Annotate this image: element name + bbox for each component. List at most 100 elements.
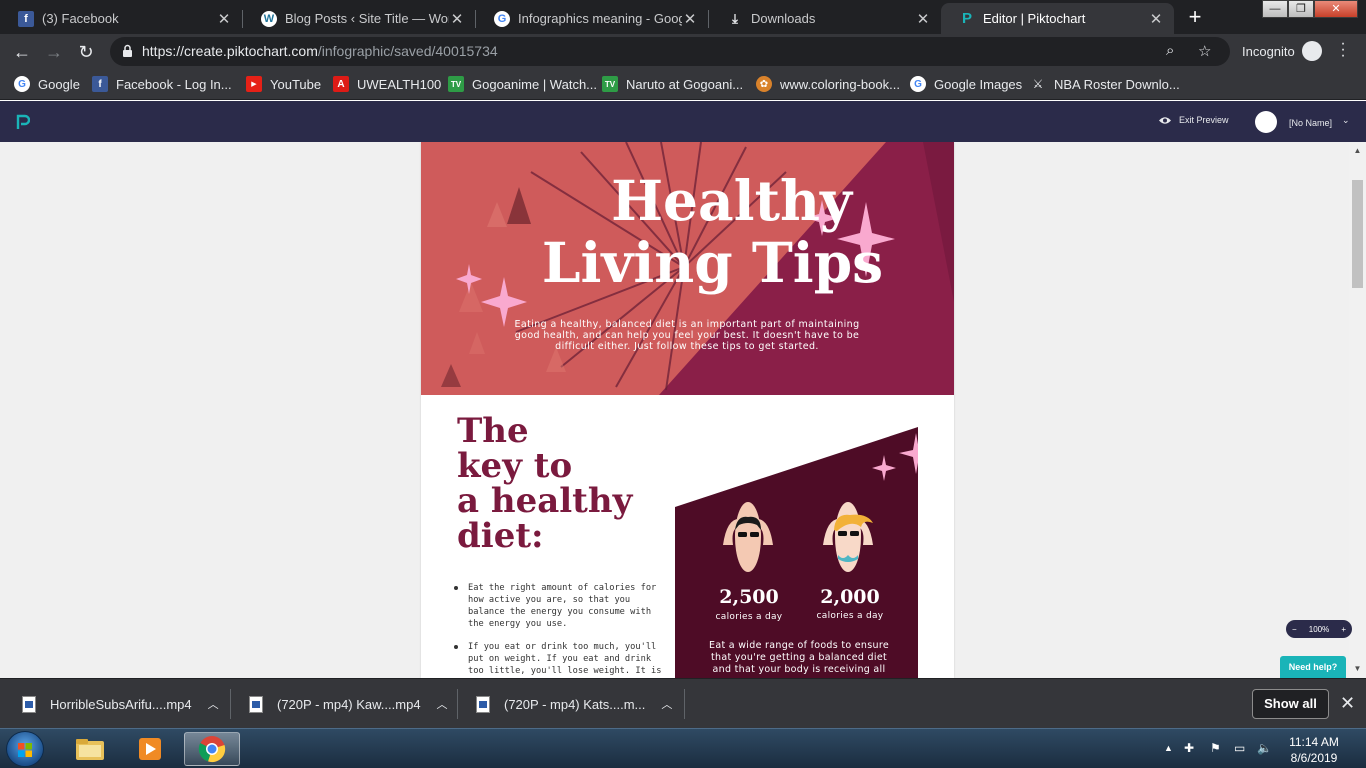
close-icon[interactable]: ✕ (1148, 10, 1164, 28)
section-title-line: key to (457, 446, 573, 486)
video-file-icon (249, 695, 263, 713)
download-filename: (720P - mp4) Kaw....mp4 (277, 696, 421, 712)
maximize-button[interactable]: ❐ (1288, 0, 1314, 18)
bookmark-label: NBA Roster Downlo... (1054, 76, 1180, 92)
user-name[interactable]: [No Name] (1289, 118, 1332, 128)
bookmark-google-images[interactable]: G Google Images (910, 76, 1022, 92)
avatar[interactable] (1255, 111, 1277, 133)
close-icon[interactable]: ✕ (915, 10, 931, 28)
tab-label: Downloads (751, 11, 816, 26)
chrome-icon (198, 736, 226, 763)
close-icon[interactable]: ✕ (216, 10, 232, 28)
taskbar-explorer[interactable] (62, 732, 118, 766)
zoom-in-button[interactable]: + (1341, 625, 1346, 634)
eye-icon (1159, 116, 1171, 124)
scroll-down-icon[interactable]: ▼ (1349, 662, 1366, 676)
angular-icon: A (333, 76, 349, 92)
bookmark-label: www.coloring-book... (780, 76, 900, 92)
tab-google-search[interactable]: G Infographics meaning - Google ✕ (476, 3, 708, 34)
zoom-search-icon[interactable]: ⌕ (1166, 42, 1174, 59)
list-item: If you eat or drink too much, you'll put… (451, 641, 666, 677)
bookmark-coloring[interactable]: ✿ www.coloring-book... (756, 76, 900, 92)
bookmark-label: UWEALTH100 (357, 76, 442, 92)
download-item[interactable]: (720P - mp4) Kaw....mp4 ︿ (249, 679, 448, 729)
zoom-control: − 100% + (1286, 620, 1352, 638)
bookmark-uwealth[interactable]: A UWEALTH100 (333, 76, 441, 92)
download-item[interactable]: (720P - mp4) Kats....m... ︿ (476, 679, 672, 729)
section-title: The key to a healthy diet: (457, 414, 632, 554)
browser-toolbar: ← → ↻ https://create.piktochart.com/info… (0, 34, 1366, 69)
bookmark-naruto[interactable]: TV Naruto at Gogoani... (602, 76, 743, 92)
network-icon[interactable]: ▭ (1234, 741, 1245, 755)
bookmark-youtube[interactable]: ▶ YouTube (246, 76, 321, 92)
bookmark-google[interactable]: G Google (14, 76, 80, 92)
incognito-icon[interactable] (1302, 41, 1322, 61)
female-calories-label: calories a day (816, 611, 884, 621)
bookmark-facebook[interactable]: f Facebook - Log In... (92, 76, 232, 92)
tab-downloads[interactable]: ⤓ Downloads ✕ (709, 3, 941, 34)
url-path: /infographic/saved/40015734 (317, 43, 498, 59)
download-item[interactable]: HorribleSubsArifu....mp4 ︿ (22, 679, 219, 729)
bookmark-label: Gogoanime | Watch... (472, 76, 598, 92)
chevron-up-icon[interactable]: ︿ (437, 696, 448, 712)
scroll-up-icon[interactable]: ▲ (1349, 144, 1366, 158)
forward-button[interactable]: → (42, 40, 66, 64)
close-icon[interactable]: ✕ (449, 10, 465, 28)
address-bar[interactable]: https://create.piktochart.com/infographi… (110, 37, 1230, 66)
incognito-label: Incognito (1242, 44, 1295, 59)
tab-strip: f (3) Facebook ✕ W Blog Posts ‹ Site Tit… (0, 0, 1366, 34)
tab-label: (3) Facebook (42, 11, 119, 26)
tv-icon: TV (602, 76, 618, 92)
tray-expand-icon[interactable]: ▲ (1164, 743, 1173, 753)
video-file-icon (476, 695, 490, 713)
exit-preview-button[interactable]: Exit Preview (1158, 115, 1229, 125)
volume-icon[interactable]: 🔈 (1257, 741, 1272, 755)
download-icon: ⤓ (732, 10, 738, 26)
need-help-button[interactable]: Need help? (1280, 656, 1346, 678)
windows-logo-icon (18, 743, 32, 757)
scrollbar[interactable]: ▲ ▼ (1349, 142, 1366, 678)
tv-icon: TV (448, 76, 464, 92)
piktochart-logo-icon[interactable] (16, 114, 30, 130)
close-icon[interactable]: ✕ (682, 10, 698, 28)
zoom-out-button[interactable]: − (1292, 625, 1297, 634)
tab-wordpress[interactable]: W Blog Posts ‹ Site Title — WordPr ✕ (243, 3, 475, 34)
section-title-line: The (457, 411, 529, 451)
new-tab-button[interactable]: + (1183, 6, 1207, 30)
bookmark-nba[interactable]: ⚔ NBA Roster Downlo... (1030, 76, 1180, 92)
section-title-line: diet: (457, 516, 544, 556)
chevron-up-icon[interactable]: ︿ (208, 696, 219, 712)
facebook-icon: f (92, 76, 108, 92)
chevron-down-icon[interactable]: ⌄ (1342, 115, 1350, 126)
chevron-up-icon[interactable]: ︿ (661, 696, 672, 712)
taskbar-media-player[interactable] (122, 732, 178, 766)
folder-icon (76, 739, 104, 760)
clock-date: 8/6/2019 (1290, 751, 1338, 765)
taskbar-chrome[interactable] (184, 732, 240, 766)
window-controls: — ❐ ✕ (1262, 0, 1358, 18)
action-center-flag-icon[interactable]: ⚑ (1210, 741, 1221, 755)
scroll-thumb[interactable] (1352, 180, 1363, 288)
tab-facebook[interactable]: f (3) Facebook ✕ (0, 3, 242, 34)
reload-button[interactable]: ↻ (74, 40, 98, 64)
minimize-button[interactable]: — (1262, 0, 1288, 18)
section-title-line: a healthy (457, 481, 633, 521)
close-window-button[interactable]: ✕ (1314, 0, 1358, 18)
start-button[interactable] (6, 731, 44, 767)
bookmark-star-icon[interactable]: ☆ (1198, 42, 1211, 60)
back-button[interactable]: ← (10, 40, 34, 64)
tab-label: Infographics meaning - Google (518, 11, 682, 26)
bookmark-gogoanime[interactable]: TV Gogoanime | Watch... (448, 76, 597, 92)
tab-piktochart[interactable]: P Editor | Piktochart ✕ (941, 3, 1174, 34)
system-clock[interactable]: 11:14 AM 8/6/2019 (1282, 734, 1346, 766)
bookmark-label: YouTube (270, 76, 322, 92)
menu-icon[interactable]: · · · (1338, 36, 1348, 64)
divider (230, 689, 231, 719)
show-all-button[interactable]: Show all (1252, 689, 1329, 719)
tray-app-icon[interactable]: ✚ (1184, 741, 1194, 755)
close-icon[interactable]: ✕ (1340, 693, 1355, 714)
url-text: https://create.piktochart.com/infographi… (142, 43, 498, 59)
exit-preview-label: Exit Preview (1179, 115, 1229, 125)
zoom-level: 100% (1308, 624, 1330, 634)
hero-description: Eating a healthy, balanced diet is an im… (514, 319, 860, 352)
